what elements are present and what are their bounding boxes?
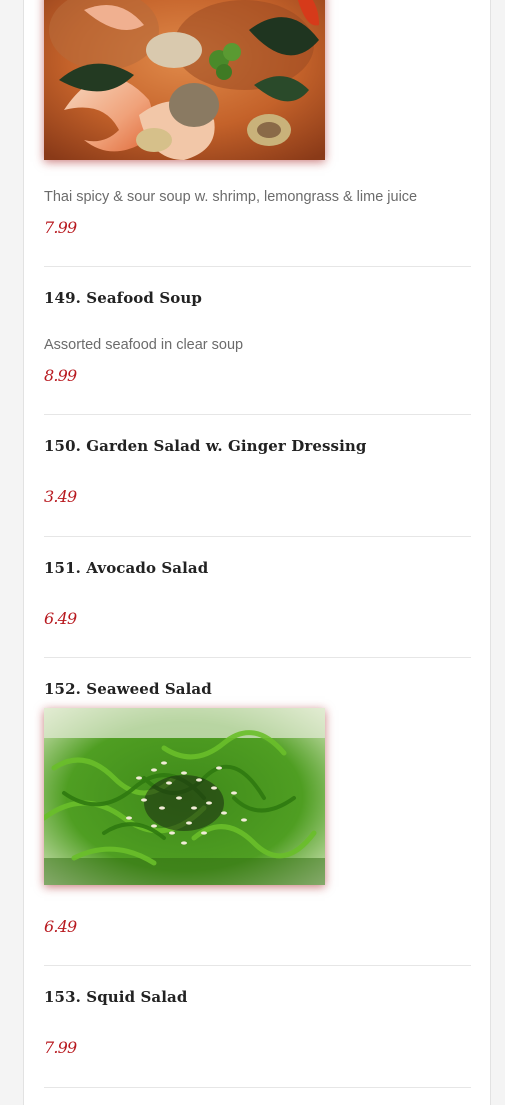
- item-title[interactable]: 152. Seaweed Salad: [44, 680, 212, 698]
- item-description: Thai spicy & sour soup w. shrimp, lemong…: [44, 189, 418, 205]
- item-title[interactable]: 153. Squid Salad: [44, 988, 187, 1006]
- item-divider: [44, 965, 471, 966]
- item-title[interactable]: 151. Avocado Salad: [44, 559, 208, 577]
- item-price: 8.99: [44, 366, 77, 385]
- item-price: 6.49: [44, 609, 77, 628]
- item-divider: [44, 536, 471, 537]
- tom-yum-soup-photo[interactable]: [44, 0, 325, 160]
- item-divider: [44, 414, 471, 415]
- item-title[interactable]: 150. Garden Salad w. Ginger Dressing: [44, 437, 366, 455]
- item-title[interactable]: 149. Seafood Soup: [44, 289, 202, 307]
- item-description: Assorted seafood in clear soup: [44, 337, 244, 353]
- item-divider: [44, 1087, 471, 1088]
- seaweed-salad-photo[interactable]: [44, 708, 325, 885]
- item-divider: [44, 657, 471, 658]
- menu-card: [23, 0, 491, 1105]
- item-price: 6.49: [44, 917, 77, 936]
- item-price: 7.99: [44, 1038, 77, 1057]
- item-price: 3.49: [44, 487, 77, 506]
- item-price: 7.99: [44, 218, 77, 237]
- item-divider: [44, 266, 471, 267]
- menu-page: Thai spicy & sour soup w. shrimp, lemong…: [0, 0, 505, 1105]
